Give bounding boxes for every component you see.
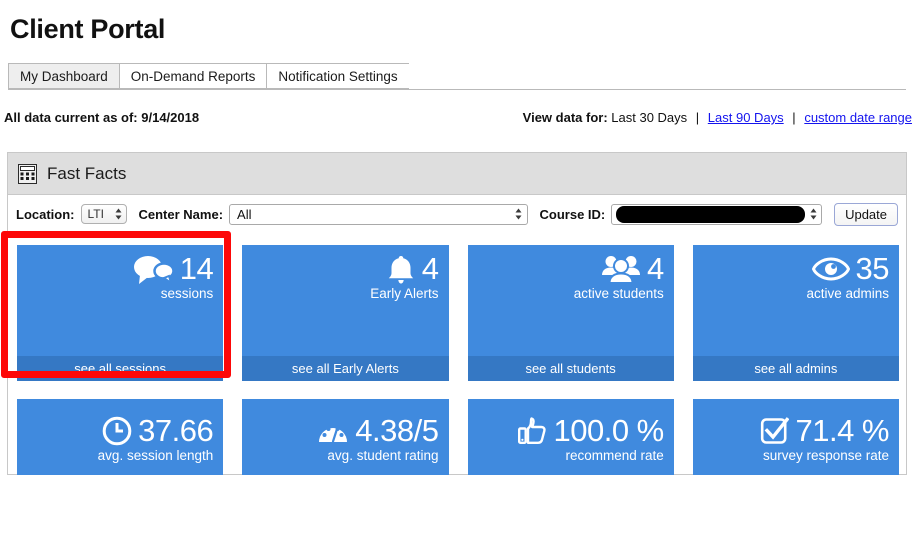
tile-active-students[interactable]: 4 active students see all students: [467, 245, 674, 381]
chat-bubbles-icon: [133, 254, 174, 285]
tile-recommend-rate-label: recommend rate: [565, 447, 664, 463]
tile-active-students-metric: 4: [601, 253, 664, 285]
tile-early-alerts-body: 4 Early Alerts: [242, 245, 448, 356]
location-label: Location:: [16, 206, 75, 222]
tile-row-bottom: 37.66 avg. session length 4.38/5 avg. st…: [17, 399, 899, 475]
chevron-updown-icon: [809, 207, 818, 221]
fast-facts-title: Fast Facts: [47, 163, 127, 183]
course-id-input[interactable]: [611, 203, 823, 225]
tile-early-alerts-value: 4: [421, 251, 439, 286]
tile-avg-student-rating-label: avg. student rating: [327, 447, 439, 463]
view-data-label: View data for:: [522, 110, 608, 125]
update-button[interactable]: Update: [834, 202, 898, 226]
tile-recommend-rate-value: 100.0 %: [553, 412, 664, 448]
center-name-select-value: All: [237, 206, 252, 222]
location-select-value: LTI: [87, 207, 104, 221]
see-all-sessions-link[interactable]: see all sessions: [17, 356, 224, 381]
tile-sessions-label: sessions: [160, 286, 214, 301]
tile-avg-session-length-body: 37.66 avg. session length: [17, 399, 223, 475]
tile-avg-session-length[interactable]: 37.66 avg. session length: [17, 399, 224, 475]
fast-facts-tiles: 14 sessions see all sessions 4 Early Ale…: [17, 245, 899, 475]
tab-bar-filler: [409, 63, 906, 89]
tile-early-alerts[interactable]: 4 Early Alerts see all Early Alerts: [242, 245, 449, 381]
people-group-icon: [601, 254, 641, 284]
fast-facts-panel: Fast Facts Location: LTI Center Name: Al…: [7, 152, 907, 475]
tile-early-alerts-label: Early Alerts: [370, 286, 439, 301]
view-data-last-90-days-link[interactable]: Last 90 Days: [708, 110, 784, 125]
tile-avg-session-length-metric: 37.66: [102, 412, 214, 448]
tile-early-alerts-metric: 4: [386, 253, 439, 285]
tile-active-admins-body: 35 active admins: [693, 245, 899, 356]
tile-survey-response-rate-label: survey response rate: [762, 447, 889, 463]
location-select[interactable]: LTI: [80, 204, 127, 224]
fast-facts-header: Fast Facts: [8, 153, 906, 195]
tile-sessions[interactable]: 14 sessions see all sessions: [17, 245, 224, 381]
tile-active-admins-metric: 35: [811, 251, 890, 286]
tile-avg-student-rating[interactable]: 4.38/5 avg. student rating: [242, 399, 449, 475]
chevron-updown-icon: [114, 207, 123, 221]
tab-bar: My Dashboard On-Demand Reports Notificat…: [8, 63, 906, 90]
tile-avg-student-rating-value: 4.38/5: [355, 412, 439, 448]
view-data-selector: View data for: Last 30 Days | Last 90 Da…: [523, 110, 912, 125]
tile-row-top: 14 sessions see all sessions 4 Early Ale…: [17, 245, 899, 381]
filter-row: Location: LTI Center Name: All Course ID…: [8, 195, 906, 233]
view-data-separator-1: |: [695, 110, 700, 125]
course-id-label: Course ID:: [539, 206, 606, 222]
view-data-current: Last 30 Days: [611, 110, 688, 125]
calculator-icon: [18, 163, 37, 184]
tile-survey-response-rate-value: 71.4 %: [795, 412, 889, 448]
tile-avg-student-rating-body: 4.38/5 avg. student rating: [242, 399, 448, 475]
checkbox-checked-icon: [760, 416, 790, 445]
eye-icon: [811, 256, 850, 282]
tab-my-dashboard[interactable]: My Dashboard: [8, 63, 119, 89]
center-name-label: Center Name:: [138, 206, 224, 222]
tile-active-admins-label: active admins: [806, 286, 889, 301]
data-current-as-of: All data current as of: 9/14/2018: [4, 110, 200, 125]
clock-icon: [102, 416, 132, 446]
tile-survey-response-rate-metric: 71.4 %: [760, 412, 889, 448]
tile-survey-response-rate-body: 71.4 % survey response rate: [693, 399, 899, 475]
tile-recommend-rate-body: 100.0 % recommend rate: [468, 399, 674, 475]
tab-notification-settings[interactable]: Notification Settings: [266, 63, 409, 89]
tile-avg-session-length-label: avg. session length: [97, 447, 214, 463]
tab-on-demand-reports[interactable]: On-Demand Reports: [118, 63, 267, 89]
tile-avg-session-length-value: 37.66: [138, 412, 214, 448]
view-data-separator-2: |: [792, 110, 796, 125]
tile-active-admins-value: 35: [855, 251, 890, 286]
gauge-icon: [317, 417, 349, 445]
tile-active-students-label: active students: [573, 286, 664, 301]
thumbs-up-icon: [517, 416, 547, 446]
view-data-custom-range-link[interactable]: custom date range: [804, 110, 912, 125]
page-title: Client Portal: [10, 14, 166, 44]
tile-sessions-body: 14 sessions: [17, 245, 223, 356]
tile-active-students-body: 4 active students: [468, 245, 674, 356]
tile-active-students-value: 4: [647, 251, 664, 286]
see-all-admins-link[interactable]: see all admins: [692, 356, 899, 381]
see-all-students-link[interactable]: see all students: [467, 356, 674, 381]
bell-icon: [386, 254, 416, 285]
tile-sessions-metric: 14: [133, 251, 214, 286]
chevron-updown-icon: [514, 207, 523, 221]
tile-avg-student-rating-metric: 4.38/5: [317, 412, 439, 448]
see-all-early-alerts-link[interactable]: see all Early Alerts: [242, 356, 449, 381]
tile-recommend-rate-metric: 100.0 %: [517, 412, 664, 448]
center-name-select[interactable]: All: [229, 203, 528, 225]
tile-active-admins[interactable]: 35 active admins see all admins: [692, 245, 899, 381]
client-portal-page: Client Portal My Dashboard On-Demand Rep…: [0, 0, 914, 547]
course-id-redaction: [616, 205, 806, 223]
tile-sessions-value: 14: [179, 251, 214, 286]
tile-survey-response-rate[interactable]: 71.4 % survey response rate: [692, 399, 899, 475]
tile-recommend-rate[interactable]: 100.0 % recommend rate: [467, 399, 674, 475]
